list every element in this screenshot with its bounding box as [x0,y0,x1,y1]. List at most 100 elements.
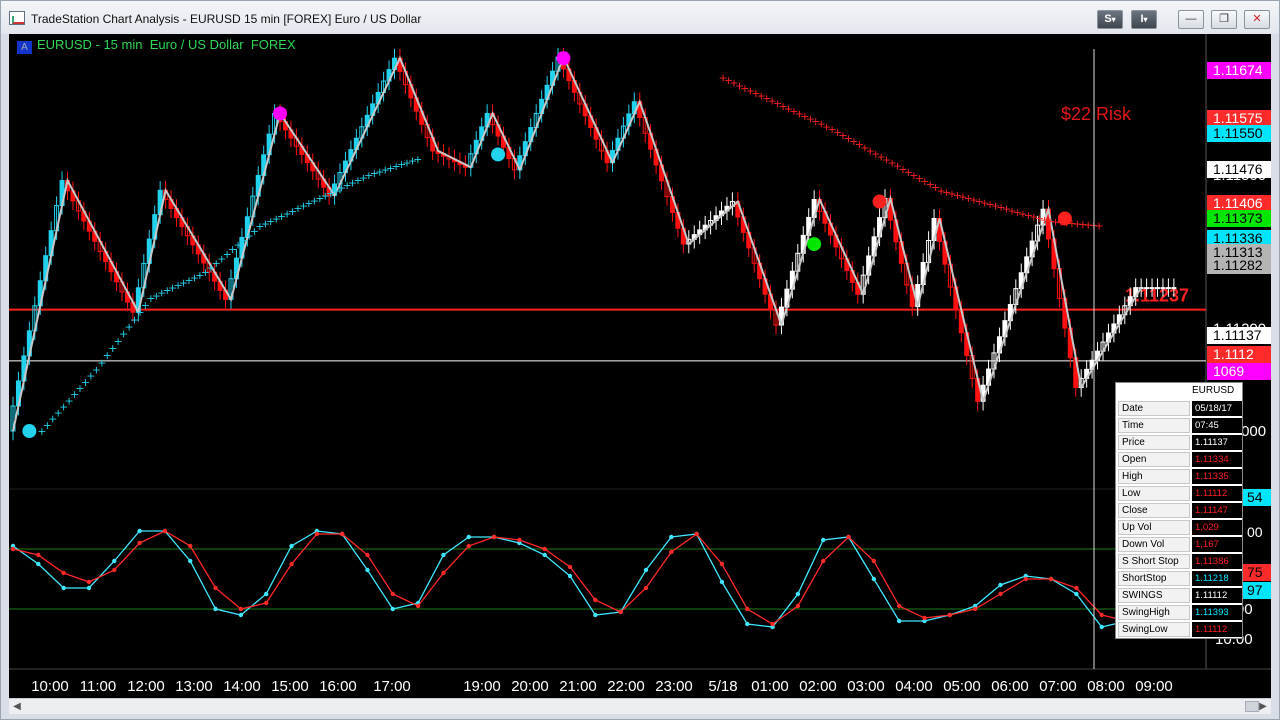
data-window-row: ShortStop 1.11218 [1118,571,1242,588]
styles-button[interactable]: S▾ [1097,10,1123,29]
candle-body [1160,287,1166,290]
oscillator-dot [542,552,547,558]
data-window-field-value: 1.11218 [1192,571,1242,586]
time-tick-label: 03:00 [847,678,885,695]
analysis-icon[interactable]: A [17,41,32,54]
swing-marker [556,51,571,66]
oscillator-dot [36,561,41,567]
data-window-row: Close 1.11147 [1118,503,1242,520]
data-window-field-name: SwingLow [1118,622,1190,637]
oscillator-dot [339,531,345,537]
data-window-field-name: S Short Stop [1118,554,1190,569]
close-icon: ✕ [1252,13,1262,25]
price-axis-value-label: 1.11476 [1207,161,1271,178]
oscillator-dot [896,603,902,609]
time-tick-label: 22:00 [607,678,645,695]
oscillator-dot [213,606,218,612]
time-tick-label: 5/18 [708,678,737,695]
oscillator-dot [745,621,750,627]
oscillator-value-label: 75 [1241,564,1271,581]
candle-body [1171,287,1177,290]
data-window-field-name: SWINGS [1118,588,1190,603]
data-window-field-name: ShortStop [1118,571,1190,586]
scroll-right-arrow-icon[interactable]: ▶ [1255,700,1271,714]
oscillator-dot [795,603,801,609]
oscillator-dot [567,564,573,570]
data-window-field-value: 1.11112 [1192,588,1242,603]
chart-svg[interactable]: 1.117001.116001.115001.112001.110001.112… [9,34,1271,699]
data-window-field-name: Date [1118,401,1190,416]
candle-body [1144,287,1150,290]
title-bar[interactable]: TradeStation Chart Analysis - EURUSD 15 … [1,1,1279,34]
oscillator-dot [871,558,877,564]
risk-label: $22 Risk [1061,104,1132,124]
oscillator-dot [795,591,801,597]
data-window-field-value: 1.11147 [1192,503,1242,518]
data-window-field-value: 1.11112 [1192,486,1242,501]
chevron-down-icon: ▾ [1111,15,1116,24]
styles-button-label: S [1104,13,1112,25]
price-axis-value-label: 1.11550 [1207,125,1271,142]
candle-body [1155,287,1160,290]
data-window-row: Price 1.11137 [1118,435,1242,452]
oscillator-dot [61,585,66,591]
scroll-left-arrow-icon[interactable]: ◀ [9,700,25,714]
price-axis-value-label: 1.11674 [1207,62,1271,79]
oscillator-dot [1099,624,1104,630]
oscillator-dot [466,534,471,540]
minimize-button[interactable]: — [1178,10,1204,29]
data-window-row: S Short Stop 1.11386 [1118,554,1242,571]
symbol-label: A EURUSD - 15 min Euro / US Dollar FOREX [17,37,296,54]
oscillator-dot [441,570,446,576]
oscillator-dot [137,528,142,534]
swing-marker [273,106,288,121]
oscillator-dot [365,552,370,558]
oscillator-dot [188,543,193,549]
shortstop-dots: ++++++++++++++++++++++++++++++++++++++++… [719,72,1104,233]
oscillator-dot [466,543,471,549]
time-tick-label: 06:00 [991,678,1029,695]
stop-dot: + [1095,220,1104,233]
oscillator-dot [745,606,750,612]
restore-button[interactable]: ❐ [1211,10,1237,29]
oscillator-dot [1074,585,1079,591]
chart-window: TradeStation Chart Analysis - EURUSD 15 … [0,0,1280,720]
time-tick-label: 15:00 [271,678,309,695]
oscillator-dot [1023,576,1028,582]
data-window-row: SwingLow 1.11112 [1118,622,1242,639]
price-axis-value-label: 1.1112 [1207,346,1271,363]
data-window-field-value: 1,029 [1192,520,1242,535]
time-tick-label: 12:00 [127,678,165,695]
oscillator-slow-dots [10,528,1206,627]
time-tick-label: 23:00 [655,678,693,695]
oscillator-dot [846,534,851,540]
oscillator-dot [719,579,725,585]
time-tick-label: 16:00 [319,678,357,695]
oscillator-dot [694,531,699,537]
time-tick-label: 19:00 [463,678,501,695]
close-button[interactable]: ✕ [1244,10,1270,29]
oscillator-value-label: 97 [1241,582,1271,599]
minimize-icon: — [1185,13,1197,25]
oscillator-dot [390,591,395,597]
oscillator-dot [188,558,193,564]
chart-canvas[interactable]: 1.117001.116001.115001.112001.110001.112… [9,34,1271,699]
swing-marker [807,237,822,252]
candle-body [1149,287,1155,290]
data-window-field-name: SwingHigh [1118,605,1190,620]
data-window-field-name: Price [1118,435,1190,450]
chevron-down-icon: ▾ [1143,15,1148,24]
oscillator-dot [669,549,674,555]
oscillator-dot [238,606,244,612]
oscillator-dot [643,567,649,573]
time-tick-label: 10:00 [31,678,69,695]
oscillator-dot [263,591,269,597]
oscillator-dot [770,621,775,627]
indicators-button[interactable]: I▾ [1131,10,1157,29]
data-window[interactable]: EURUSD Date 05/18/17 Time 07:45 Price 1.11137… [1115,382,1243,639]
horizontal-scrollbar[interactable]: ◀ ▶ [9,698,1271,714]
oscillator-dot [542,546,547,552]
oscillator-dot [137,540,142,546]
data-window-field-value: 1.11335 [1192,469,1242,484]
data-window-row: Open 1.11334 [1118,452,1242,469]
